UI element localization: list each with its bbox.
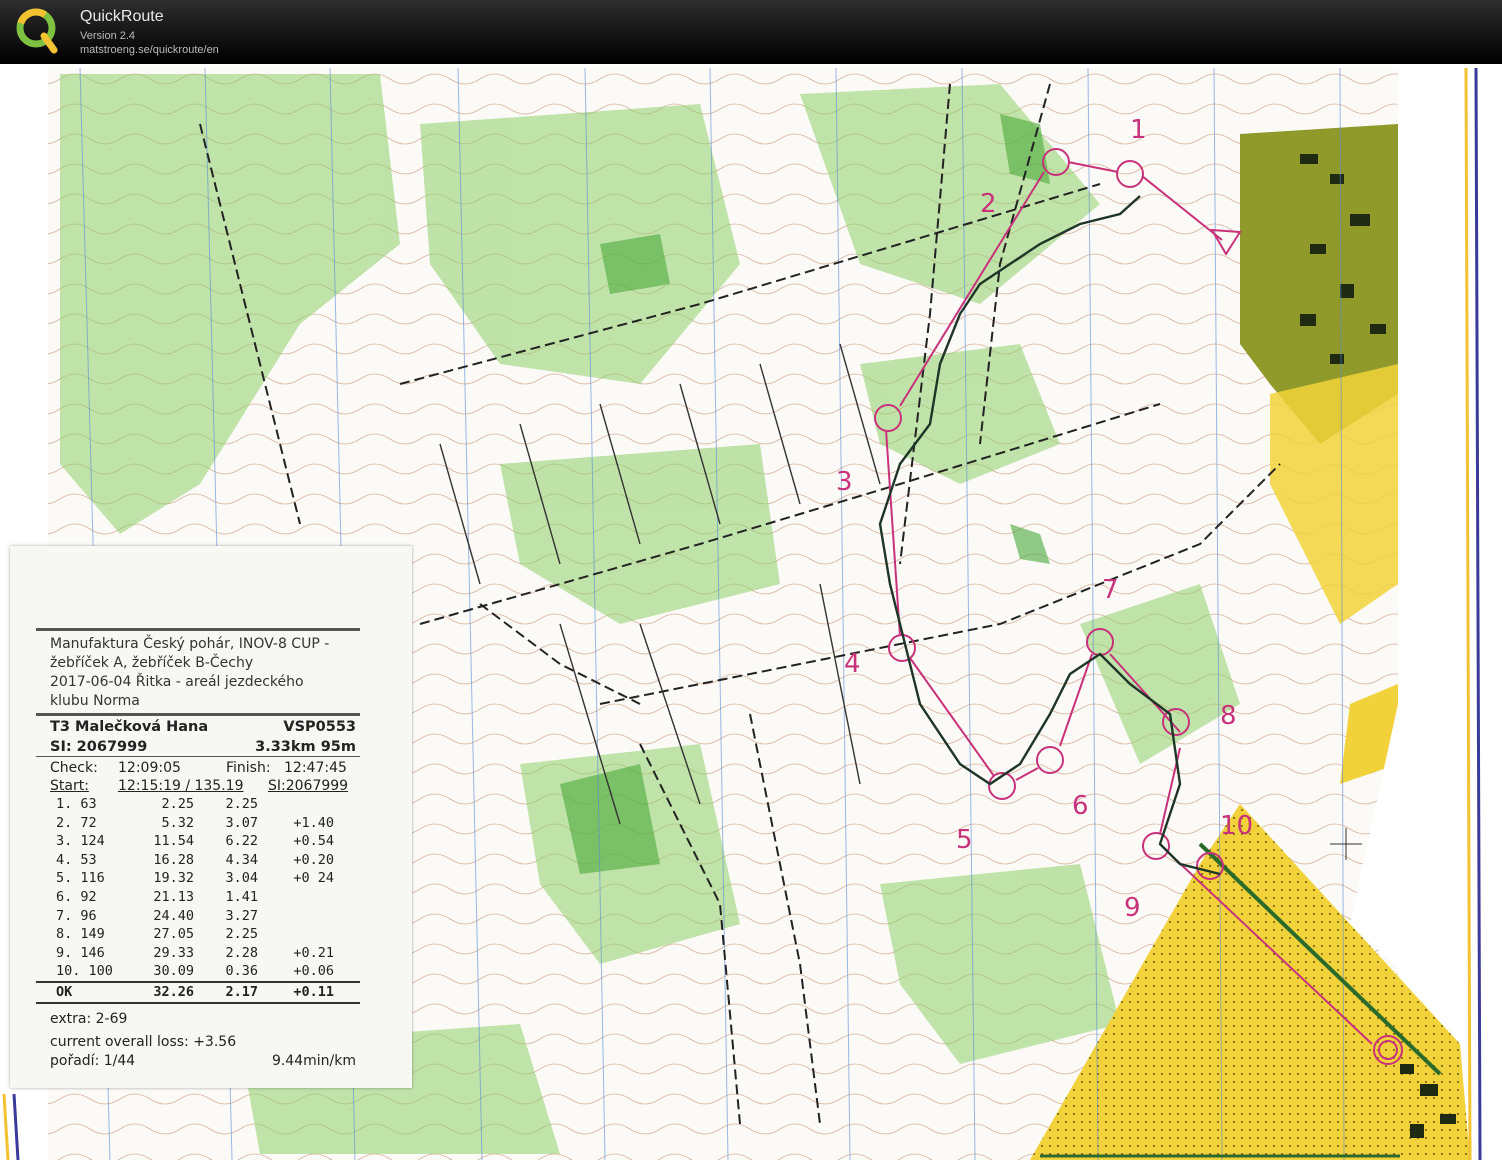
split-row: 10. 100 30.09 0.36 +0.06 xyxy=(36,962,360,981)
split-time: 4.34 xyxy=(225,851,258,868)
split-row: 9. 146 29.33 2.28 +0.21 xyxy=(36,944,360,963)
control-id: 4. 53 xyxy=(56,851,97,868)
control-id: 2. 72 xyxy=(56,814,97,831)
split-row: 2. 72 5.32 3.07 +1.40 xyxy=(36,814,360,833)
event-line: klubu Norma xyxy=(50,693,140,709)
cumulative-time: 32.26 xyxy=(153,983,194,1000)
split-time: 3.07 xyxy=(225,814,258,831)
ok-row: OK 32.26 2.17 +0.11 xyxy=(36,980,360,1004)
split-row: 4. 53 16.28 4.34 +0.20 xyxy=(36,851,360,870)
course-info: 3.33km 95m xyxy=(255,739,356,755)
control-label-2: 2 xyxy=(980,189,997,219)
cumulative-time: 30.09 xyxy=(153,963,194,980)
control-label-4: 4 xyxy=(844,649,861,679)
split-time: 6.22 xyxy=(225,833,258,850)
split-time: 3.27 xyxy=(225,907,258,924)
control-id: OK xyxy=(56,983,73,1000)
cumulative-time: 24.40 xyxy=(153,907,194,924)
control-label-5: 5 xyxy=(956,825,973,855)
event-info: Manufaktura Český pohár, INOV-8 CUP - že… xyxy=(36,631,360,713)
control-id: 3. 124 xyxy=(56,833,105,850)
cumulative-time: 21.13 xyxy=(153,888,194,905)
app-url[interactable]: matstroeng.se/quickroute/en xyxy=(80,44,219,56)
time-loss: +0.06 xyxy=(293,963,334,980)
pace: 9.44min/km xyxy=(271,1052,356,1069)
runner-name: T3 Malečková Hana xyxy=(50,719,209,735)
cumulative-time: 5.32 xyxy=(161,814,194,831)
time-loss: +0.21 xyxy=(293,944,334,961)
runner-row: T3 Malečková Hana VSP0553 xyxy=(36,716,360,736)
split-time: 2.25 xyxy=(225,796,258,812)
cumulative-time: 11.54 xyxy=(153,833,194,850)
start-time: 12:15:19 / 135.19 xyxy=(118,778,244,794)
time-loss: +0.54 xyxy=(293,833,334,850)
timing-info: Check: 12:09:05 Finish: 12:47:45 Start: … xyxy=(36,757,360,795)
time-loss xyxy=(258,888,334,907)
time-loss: +1.40 xyxy=(293,814,334,831)
control-label-8: 8 xyxy=(1220,701,1237,731)
control-label-3: 3 xyxy=(836,467,853,497)
si-row: SI: 2067999 3.33km 95m xyxy=(36,736,360,756)
control-label-6: 6 xyxy=(1072,791,1089,821)
time-loss xyxy=(258,795,334,814)
split-row: 7. 96 24.40 3.27 xyxy=(36,907,360,926)
start-label: Start: xyxy=(50,778,89,794)
split-card: Manufaktura Český pohár, INOV-8 CUP - že… xyxy=(36,628,360,1071)
extra-info: extra: 2-69 xyxy=(50,1010,128,1027)
cumulative-time: 16.28 xyxy=(153,851,194,868)
time-loss: +0 24 xyxy=(293,870,334,887)
check-label: Check: xyxy=(50,760,98,776)
app-version: Version 2.4 xyxy=(80,30,136,42)
control-id: 5. 116 xyxy=(56,870,105,887)
app-titlebar: QuickRoute Version 2.4 matstroeng.se/qui… xyxy=(0,0,1502,64)
control-label-9: 9 xyxy=(1124,893,1141,923)
split-row: 3. 124 11.54 6.22 +0.54 xyxy=(36,832,360,851)
split-time: 2.17 xyxy=(225,983,258,1000)
si-number: SI: 2067999 xyxy=(50,739,148,755)
event-line: Manufaktura Český pohár, INOV-8 CUP - xyxy=(50,636,330,652)
app-name: QuickRoute xyxy=(80,8,164,25)
start-si: SI:2067999 xyxy=(268,778,349,794)
control-label-1: 1 xyxy=(1130,115,1147,145)
control-id: 6. 92 xyxy=(56,888,97,905)
split-time: 0.36 xyxy=(225,963,258,980)
control-id: 7. 96 xyxy=(56,907,97,924)
split-row: 6. 92 21.13 1.41 xyxy=(36,888,360,907)
event-line: 2017-06-04 Řitka - areál jezdeckého xyxy=(50,674,304,690)
control-id: 10. 100 xyxy=(56,963,113,980)
finish-time: 12:47:45 xyxy=(284,760,347,776)
time-loss xyxy=(258,907,334,926)
cumulative-time: 19.32 xyxy=(153,870,194,887)
runner-club: VSP0553 xyxy=(283,719,356,735)
place: pořadí: 1/44 xyxy=(50,1052,136,1069)
split-row: 5. 116 19.32 3.04 +0 24 xyxy=(36,869,360,888)
quickroute-logo-icon xyxy=(16,8,58,54)
split-times-printout: Manufaktura Český pohár, INOV-8 CUP - že… xyxy=(10,546,412,1088)
overall-loss: current overall loss: +3.56 xyxy=(50,1033,237,1050)
split-time: 2.25 xyxy=(225,926,258,943)
split-row: 1. 63 2.25 2.25 xyxy=(36,795,360,814)
summary: extra: 2-69 current overall loss: +3.56 … xyxy=(36,1004,360,1071)
split-table: 1. 63 2.25 2.25 2. 72 5.32 3.07 +1.40 3. 124 11.… xyxy=(36,795,360,1004)
control-id: 9. 146 xyxy=(56,944,105,961)
split-row: 8. 149 27.05 2.25 xyxy=(36,925,360,944)
time-loss: +0.20 xyxy=(293,851,334,868)
cumulative-time: 29.33 xyxy=(153,944,194,961)
cumulative-time: 2.25 xyxy=(161,796,194,812)
time-loss: +0.11 xyxy=(293,983,334,1000)
time-loss xyxy=(258,925,334,944)
control-label-10: 10 xyxy=(1220,811,1253,841)
check-time: 12:09:05 xyxy=(118,760,181,776)
event-line: žebříček A, žebříček B-Čechy xyxy=(50,655,254,671)
control-id: 1. 63 xyxy=(56,796,97,812)
split-time: 2.28 xyxy=(225,944,258,961)
control-id: 8. 149 xyxy=(56,926,105,943)
control-label-7: 7 xyxy=(1102,575,1119,605)
split-time: 3.04 xyxy=(225,870,258,887)
finish-label: Finish: xyxy=(226,760,271,776)
cumulative-time: 27.05 xyxy=(153,926,194,943)
split-time: 1.41 xyxy=(225,888,258,905)
